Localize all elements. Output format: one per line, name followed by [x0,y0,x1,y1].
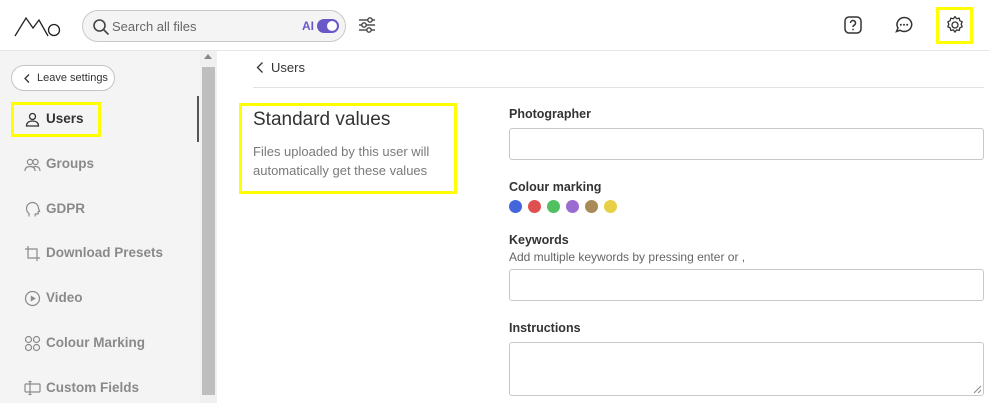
photographer-field[interactable] [509,128,984,160]
scrollbar-thumb[interactable] [202,67,215,395]
standard-values-highlight [239,103,457,194]
keywords-label: Keywords [509,233,569,247]
colour-dot-red[interactable] [528,200,541,213]
sidebar-item-label: Colour Marking [46,335,146,350]
scroll-indicator [197,96,199,142]
keywords-field[interactable] [509,269,984,301]
app-logo[interactable] [14,14,62,38]
chevron-left-icon [256,62,263,73]
leave-settings-label: Leave settings [37,72,108,84]
settings-sidebar: Leave settings Users Groups GDPR Downloa… [0,51,200,403]
ai-toggle[interactable] [317,19,339,33]
keywords-hint: Add multiple keywords by pressing enter … [509,250,746,264]
crop-icon [25,246,40,261]
sidebar-item-label: GDPR [46,201,86,216]
colour-dot-purple[interactable] [566,200,579,213]
gdpr-head-icon [25,201,41,217]
custom-fields-icon [24,380,41,396]
sidebar-item-label: Groups [46,156,95,171]
settings-highlight [936,7,973,44]
chat-icon[interactable] [893,14,915,36]
search-bar[interactable]: Search all files AI [82,10,346,42]
resize-grip-icon[interactable] [972,384,982,394]
breadcrumb-label: Users [271,60,305,75]
colour-dot-brown[interactable] [585,200,598,213]
toggle-knob [327,21,337,31]
leave-settings-button[interactable]: Leave settings [11,65,115,91]
instructions-label: Instructions [509,321,581,335]
colour-marking-icon [24,335,41,352]
top-bar: Search all files AI [0,0,989,51]
scroll-up-arrow[interactable] [204,54,212,59]
colour-dot-blue[interactable] [509,200,522,213]
groups-icon [24,158,41,172]
play-icon [24,290,41,307]
search-input[interactable]: Search all files [112,19,197,34]
chevron-left-icon [24,74,30,83]
users-highlight [11,102,101,137]
colour-dot-green[interactable] [547,200,560,213]
colour-dot-yellow[interactable] [604,200,617,213]
instructions-field[interactable] [509,342,984,396]
sidebar-item-label: Custom Fields [46,380,140,395]
photographer-label: Photographer [509,107,591,121]
search-icon [93,19,109,35]
sidebar-item-label: Video [46,290,83,305]
filter-settings-icon[interactable] [357,15,377,35]
sidebar-item-label: Download Presets [46,245,164,260]
help-icon[interactable] [842,14,864,36]
ai-label: AI [302,19,314,33]
colour-marking-label: Colour marking [509,180,602,194]
divider [253,87,984,88]
sidebar-scrollbar[interactable] [200,51,217,403]
